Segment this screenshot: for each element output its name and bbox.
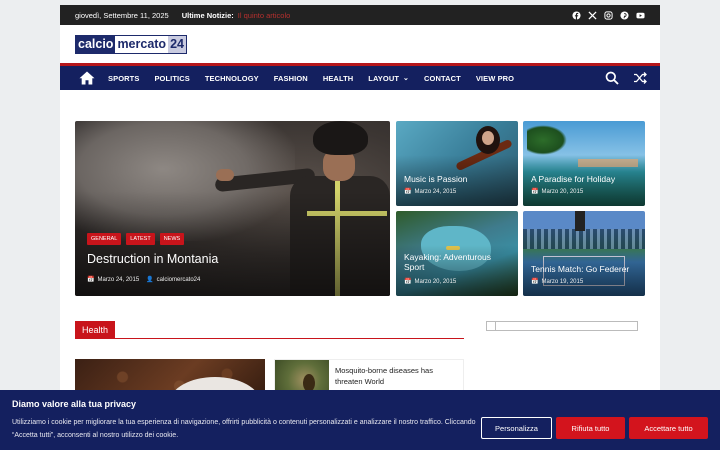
featured-card-holiday[interactable]: A Paradise for Holiday 📅 Marzo 20, 2015 xyxy=(523,121,645,206)
calendar-icon: 📅 xyxy=(404,279,412,285)
nav-item-politics[interactable]: POLITICS xyxy=(154,74,189,83)
nav-item-health[interactable]: HEALTH xyxy=(323,74,353,83)
calendar-icon: 📅 xyxy=(87,277,95,283)
card-meta: 📅 Marzo 20, 2015 xyxy=(404,278,456,286)
main-navigation: SPORTS POLITICS TECHNOLOGY FASHION HEALT… xyxy=(60,63,660,90)
current-date: giovedì, Settembre 11, 2025 xyxy=(75,10,169,20)
nav-item-layout-label: LAYOUT xyxy=(368,73,400,83)
cookie-title: Diamo valore alla tua privacy xyxy=(12,399,137,409)
social-links xyxy=(572,10,645,20)
featured-main-card[interactable]: GENERAL LATEST NEWS Destruction in Monta… xyxy=(75,121,390,296)
breaking-news-link[interactable]: Il quinto articolo xyxy=(238,11,291,20)
nav-item-view-pro[interactable]: VIEW PRO xyxy=(476,74,514,83)
nav-actions xyxy=(605,71,647,85)
site-logo[interactable]: calcio mercato 24 xyxy=(75,34,187,54)
reject-all-button[interactable]: Rifiuta tutto xyxy=(556,417,625,439)
post-date[interactable]: Marzo 24, 2015 xyxy=(97,277,139,283)
cookie-text: Utilizziamo i cookie per migliorare la t… xyxy=(12,419,476,439)
post-date[interactable]: Marzo 19, 2015 xyxy=(541,279,583,285)
user-icon: 👤 xyxy=(146,277,154,283)
logo-part-calcio: calcio xyxy=(76,35,116,53)
logo-part-24: 24 xyxy=(168,35,186,53)
page-wrapper: giovedì, Settembre 11, 2025 Ultime Notiz… xyxy=(60,5,660,450)
calendar-icon: 📅 xyxy=(531,279,539,285)
post-date[interactable]: Marzo 24, 2015 xyxy=(414,189,456,195)
site-header: calcio mercato 24 xyxy=(60,25,660,63)
accept-all-button[interactable]: Accettare tutto xyxy=(629,417,708,439)
x-icon[interactable] xyxy=(588,10,597,20)
card-title[interactable]: Tennis Match: Go Federer xyxy=(531,264,639,274)
tag-news[interactable]: NEWS xyxy=(159,233,185,245)
health-section: Health xyxy=(75,320,464,339)
logo-part-mercato: mercato xyxy=(115,35,169,53)
nav-item-layout[interactable]: LAYOUT ⌄ xyxy=(368,74,409,83)
breaking-news-label: Ultime Notizie: xyxy=(181,10,234,20)
card-meta: 📅 Marzo 20, 2015 xyxy=(531,188,583,196)
instagram-icon[interactable] xyxy=(604,10,613,20)
broken-image-icon xyxy=(487,322,496,330)
card-meta: 📅 Marzo 19, 2015 xyxy=(531,278,583,286)
calendar-icon: 📅 xyxy=(531,189,539,195)
sidebar-ad-placeholder xyxy=(486,321,638,331)
featured-grid: GENERAL LATEST NEWS Destruction in Monta… xyxy=(75,121,645,296)
pinterest-icon[interactable] xyxy=(620,10,629,20)
post-author[interactable]: calciomercato24 xyxy=(157,277,201,283)
facebook-icon[interactable] xyxy=(572,10,581,20)
card-title[interactable]: Kayaking: Adventurous Sport xyxy=(404,252,512,272)
scoreboard-image-detail xyxy=(575,211,585,231)
featured-card-tennis[interactable]: Tennis Match: Go Federer 📅 Marzo 19, 2015 xyxy=(523,211,645,296)
youtube-icon[interactable] xyxy=(636,11,645,20)
nav-item-sports[interactable]: SPORTS xyxy=(108,74,139,83)
post-date[interactable]: Marzo 20, 2015 xyxy=(541,189,583,195)
featured-main-title[interactable]: Destruction in Montania xyxy=(87,252,384,267)
nav-item-contact[interactable]: CONTACT xyxy=(424,74,461,83)
home-icon[interactable] xyxy=(79,71,95,85)
customize-button[interactable]: Personalizza xyxy=(481,417,552,439)
card-title[interactable]: A Paradise for Holiday xyxy=(531,174,639,184)
person-face xyxy=(482,131,494,145)
section-title[interactable]: Health xyxy=(75,321,116,338)
category-tags: GENERAL LATEST NEWS xyxy=(87,233,185,245)
featured-main-meta: 📅 Marzo 24, 2015 👤 calciomercato24 xyxy=(87,276,201,284)
palm-image-detail xyxy=(527,125,567,155)
tag-general[interactable]: GENERAL xyxy=(87,233,122,245)
featured-card-kayaking[interactable]: Kayaking: Adventurous Sport 📅 Marzo 20, 2… xyxy=(396,211,518,296)
card-meta: 📅 Marzo 24, 2015 xyxy=(404,188,456,196)
firefighter-hand xyxy=(216,169,234,181)
featured-card-music[interactable]: Music is Passion 📅 Marzo 24, 2015 xyxy=(396,121,518,206)
nav-item-fashion[interactable]: FASHION xyxy=(274,74,308,83)
cookie-consent-banner: Diamo valore alla tua privacy Utilizziam… xyxy=(0,390,720,450)
section-header: Health xyxy=(75,320,464,339)
card-title[interactable]: Music is Passion xyxy=(404,174,512,184)
chevron-down-icon: ⌄ xyxy=(403,75,409,82)
calendar-icon: 📅 xyxy=(404,189,412,195)
tag-latest[interactable]: LATEST xyxy=(126,233,155,245)
shuffle-icon[interactable] xyxy=(633,71,647,85)
post-date[interactable]: Marzo 20, 2015 xyxy=(414,279,456,285)
nav-item-technology[interactable]: TECHNOLOGY xyxy=(205,74,259,83)
search-icon[interactable] xyxy=(605,71,619,85)
top-bar: giovedì, Settembre 11, 2025 Ultime Notiz… xyxy=(60,5,660,25)
firefighter-helmet xyxy=(313,121,368,155)
